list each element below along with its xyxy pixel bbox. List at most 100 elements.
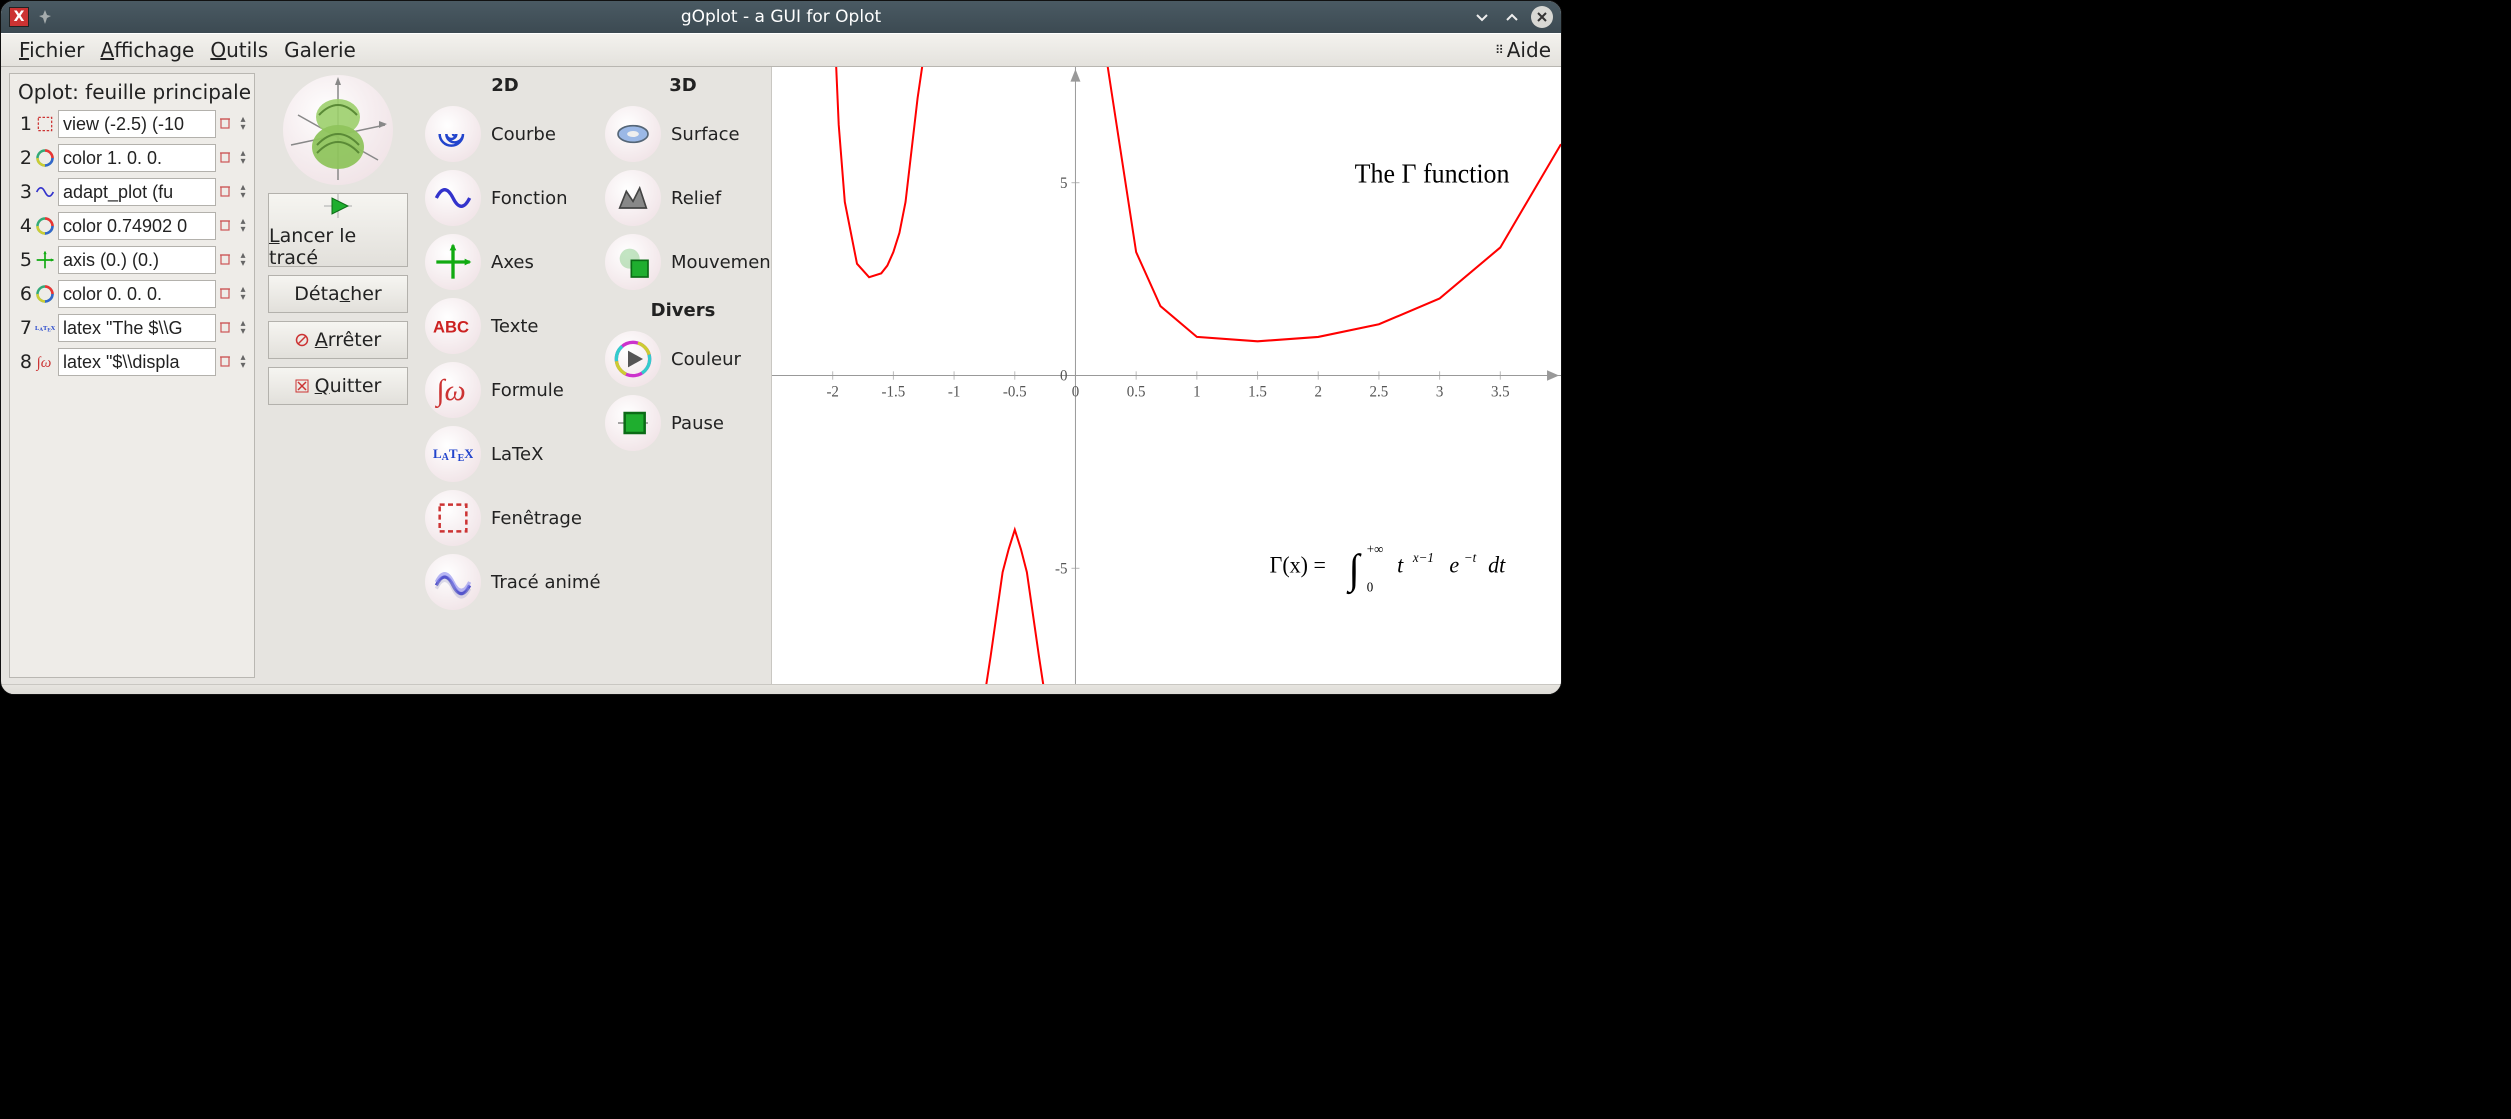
svg-text:∫ω: ∫ω [434,374,465,409]
colorwheel-icon [34,215,56,237]
svg-text:e: e [1449,552,1459,578]
svg-text:-0.5: -0.5 [1003,383,1027,400]
status-strip [1,684,1561,694]
fenetrage-icon [425,490,481,546]
maximize-button[interactable] [1501,6,1523,28]
palette-2d-heading: 2D [419,73,591,102]
chart-title: The Γ function [1355,158,1510,189]
palette-item-anime[interactable]: Tracé animé [419,550,591,614]
palette-item-label: Texte [491,316,538,337]
command-input[interactable] [58,348,216,376]
minimize-button[interactable] [1471,6,1493,28]
delete-row-icon[interactable] [218,150,234,166]
palette-item-surface[interactable]: Surface [599,102,767,166]
pin-icon[interactable] [37,9,53,25]
yarn-knot-icon [283,75,393,185]
svg-text:LATEX: LATEX [35,325,55,334]
sheet-row: 6 ▴▾ [14,278,250,310]
palette-item-relief[interactable]: Relief [599,166,767,230]
sheet-row: 7 LATEX ▴▾ [14,312,250,344]
command-input[interactable] [58,178,216,206]
delete-row-icon[interactable] [218,354,234,370]
reorder-handle[interactable]: ▴▾ [236,218,250,234]
mouvement-icon [605,234,661,290]
palette-3d-heading: 3D [599,73,767,102]
svg-text:3: 3 [1436,383,1444,400]
latex-icon: LATEX [425,426,481,482]
reorder-handle[interactable]: ▴▾ [236,150,250,166]
palette-item-formule[interactable]: ∫ωFormule [419,358,591,422]
menu-file[interactable]: Fichier [11,36,92,64]
reorder-handle[interactable]: ▴▾ [236,116,250,132]
command-input[interactable] [58,144,216,172]
reorder-handle[interactable]: ▴▾ [236,320,250,336]
palette-item-label: Couleur [671,349,741,370]
svg-text:t: t [1397,552,1404,578]
delete-row-icon[interactable] [218,320,234,336]
delete-row-icon[interactable] [218,184,234,200]
palette-item-latex[interactable]: LATEXLaTeX [419,422,591,486]
palette-item-mouvement[interactable]: Mouvement [599,230,767,294]
row-number: 6 [14,283,32,305]
command-input[interactable] [58,212,216,240]
delete-row-icon[interactable] [218,116,234,132]
row-number: 5 [14,249,32,271]
delete-row-icon[interactable] [218,286,234,302]
reorder-handle[interactable]: ▴▾ [236,354,250,370]
menu-help[interactable]: ⠿ Aide [1495,38,1551,62]
close-button[interactable] [1531,6,1553,28]
palette-item-pause[interactable]: Pause [599,391,767,455]
relief-icon [605,170,661,226]
palette-2d: 2D CourbeFonction Axes ABC Texte ∫ωFormuleLA… [415,67,595,684]
row-number: 1 [14,113,32,135]
svg-text:0: 0 [1072,383,1080,400]
svg-text:5: 5 [1060,175,1068,192]
pause-icon [605,395,661,451]
command-input[interactable] [58,280,216,308]
palette-item-label: Relief [671,188,721,209]
menu-gallery[interactable]: Galerie [276,36,364,64]
svg-text:1.5: 1.5 [1248,383,1267,400]
texte-icon: ABC [425,298,481,354]
svg-text:dt: dt [1488,552,1506,578]
menu-tools[interactable]: Outils [202,36,276,64]
command-input[interactable] [58,110,216,138]
quit-button[interactable]: Quitter [268,367,408,405]
menu-view[interactable]: Affichage [92,36,202,64]
reorder-handle[interactable]: ▴▾ [236,184,250,200]
palette-item-label: Mouvement [671,252,778,273]
reorder-handle[interactable]: ▴▾ [236,286,250,302]
svg-text:ABC: ABC [433,318,469,337]
stop-button[interactable]: Arrêter [268,321,408,359]
svg-text:1: 1 [1193,383,1200,400]
svg-text:-2: -2 [826,383,838,400]
palette-item-texte[interactable]: ABC Texte [419,294,591,358]
palette-item-label: Axes [491,252,534,273]
command-input[interactable] [58,246,216,274]
palette-item-axes[interactable]: Axes [419,230,591,294]
palette-item-fenetrage[interactable]: Fenêtrage [419,486,591,550]
svg-text:0: 0 [1367,579,1374,594]
palette-item-fonction[interactable]: Fonction [419,166,591,230]
sheet-title: Oplot: feuille principale [14,78,250,108]
row-number: 3 [14,181,32,203]
command-input[interactable] [58,314,216,342]
row-number: 4 [14,215,32,237]
delete-row-icon[interactable] [218,252,234,268]
palette-item-label: Surface [671,124,740,145]
palette-item-courbe[interactable]: Courbe [419,102,591,166]
launch-button[interactable]: Lancer le tracé [268,193,408,267]
detach-button[interactable]: Détacher [268,275,408,313]
svg-text:-1: -1 [948,383,960,400]
palette-item-label: Tracé animé [491,572,601,593]
plot-area[interactable]: -2-1.5-1-0.500.511.522.533.5-505The Γ fu… [771,67,1561,684]
svg-text:-5: -5 [1055,560,1068,577]
palette-item-couleur[interactable]: Couleur [599,327,767,391]
sheet-panel: Oplot: feuille principale 1 ▴▾ 2 ▴▾ 3 ▴▾… [1,67,261,684]
svg-text:x−1: x−1 [1412,550,1434,565]
reorder-handle[interactable]: ▴▾ [236,252,250,268]
axes-icon [425,234,481,290]
delete-row-icon[interactable] [218,218,234,234]
sheet-row: 4 ▴▾ [14,210,250,242]
svg-text:3.5: 3.5 [1491,383,1510,400]
